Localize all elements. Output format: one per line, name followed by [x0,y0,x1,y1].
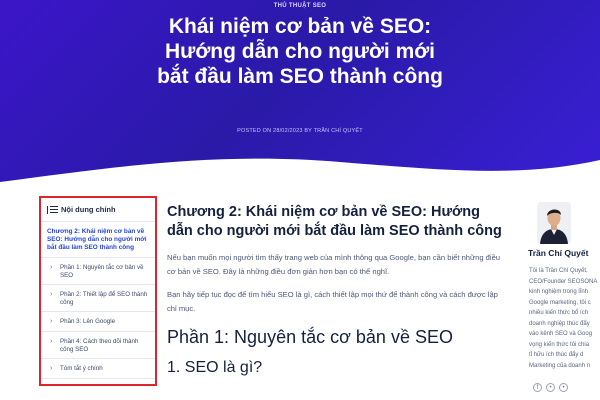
intro-paragraph-2: Bạn hãy tiếp tục đọc để tìm hiểu SEO là … [167,290,498,313]
hero-wave [0,158,600,200]
author-bio: Tôi là Trần Chí Quyết, CEO/Founder SEOSO… [529,266,600,371]
toc-title: Nội dung chính [61,205,116,214]
post-meta: POSTED ON 28/02/2023 BY TRẦN CHÍ QUYẾT [237,128,363,134]
subsection-heading: 1. SEO là gì? [167,359,263,376]
toc-header[interactable]: Nội dung chính [41,198,155,222]
author-bio-line: tỉ hữu ích thúc đẩy d [529,352,584,358]
chevron-right-icon: › [50,264,53,271]
author-bio-line: Tôi là Trần Chí Quyết, [529,268,588,274]
toc-item[interactable]: › Phần 1: Nguyên tắc cơ bản về SEO [41,258,155,286]
author-bio-line: vọng kiến thức tôi chia [529,341,590,348]
social-icon[interactable]: • [546,383,555,392]
author-bio-line: CEO/Founder SEOSONA [529,278,598,285]
chevron-right-icon: › [50,337,53,345]
toc-item[interactable]: › Phần 4: Cách theo dõi thành công SEO [41,332,155,360]
toc-item-label: Phần 1: Nguyên tắc cơ bản về SEO [60,264,144,279]
list-icon [47,205,58,214]
intro-paragraph: Nếu bạn muốn mọi người tìm thấy trang we… [167,253,501,276]
section-heading: Phần 1: Nguyên tắc cơ bản về SEO [167,327,453,347]
toc-item-label: Tóm tắt ý chính [60,365,103,373]
social-icon[interactable]: • [559,383,568,392]
author-socials: f • • [533,383,568,392]
post-category[interactable]: THỦ THUẬT SEO [0,3,600,9]
page-title: Khái niệm cơ bản về SEO: Hướng dẫn cho n… [157,15,443,88]
toc-item[interactable]: › Tóm tắt ý chính [41,359,155,379]
toc-item-label: Phần 4: Cách theo dõi thành công SEO [60,337,139,353]
author-bio-line: Google marketing, tôi c [529,299,591,306]
author-bio-line: nhiều kiến thức bổ ích [529,310,589,316]
toc-item[interactable]: › Phần 3: Lên Google [41,312,155,332]
facebook-icon[interactable]: f [533,383,542,392]
article-body: Chương 2: Khái niệm cơ bản về SEO: Hướng… [167,203,507,378]
chevron-right-icon: › [50,291,53,299]
author-bio-line: kinh nghiệm trong lĩnh [529,289,589,295]
author-name[interactable]: Trần Chí Quyết [528,248,588,258]
toc-item-label: Phần 3: Lên Google [60,318,116,326]
post-hero: THỦ THUẬT SEO Khái niệm cơ bản về SEO: H… [0,0,600,200]
author-bio-line: Marketing của doanh n [529,362,591,369]
chapter-heading: Chương 2: Khái niệm cơ bản về SEO: Hướng… [167,204,502,239]
toc-item[interactable]: › Phần 2: Thiết lập để SEO thành công [41,285,155,313]
toc-item-label: Phần 2: Thiết lập để SEO thành công [60,291,148,306]
author-bio-line: doanh nghiệp thúc đẩy [529,320,590,327]
chevron-right-icon: › [50,365,53,373]
toc-item-active[interactable]: Chương 2: Khái niệm cơ bản về SEO: Hướng… [41,222,155,258]
author-bio-line: vào kênh SEO và Goog [529,331,593,337]
chevron-right-icon: › [50,318,53,326]
avatar-photo [537,202,571,244]
table-of-contents: Nội dung chính Chương 2: Khái niệm cơ bả… [39,196,157,386]
avatar[interactable] [537,202,571,244]
